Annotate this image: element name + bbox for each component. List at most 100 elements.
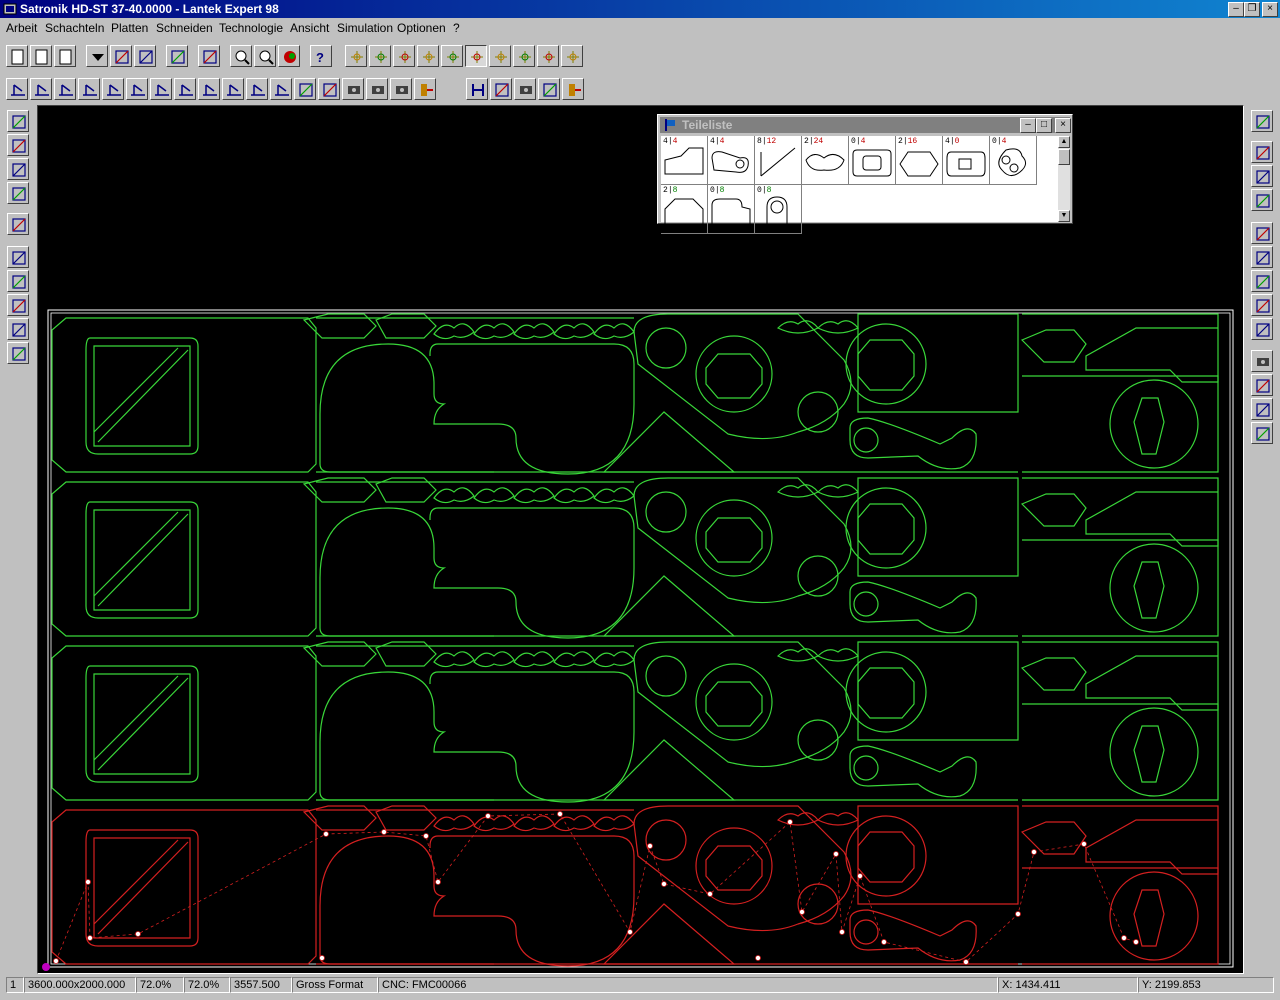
machine-small-button[interactable] — [1251, 350, 1273, 372]
parts-scrollbar[interactable]: ▲ ▼ — [1058, 136, 1070, 222]
start-button[interactable] — [1251, 374, 1273, 396]
align-12-button[interactable] — [270, 78, 292, 100]
snap-node-button[interactable] — [393, 45, 415, 67]
h-dimension-button[interactable] — [466, 78, 488, 100]
part-tile[interactable]: 4|4 — [661, 136, 708, 185]
snap-end-button[interactable] — [345, 45, 367, 67]
hatch-button[interactable] — [7, 270, 29, 292]
parts-close-button[interactable]: × — [1055, 118, 1071, 133]
part-tile[interactable]: 4|4 — [708, 136, 755, 185]
part-tile[interactable]: 0|8 — [755, 185, 802, 234]
snap-intersect-button[interactable] — [561, 45, 583, 67]
save-button[interactable] — [54, 45, 76, 67]
sheet-button[interactable] — [166, 45, 188, 67]
scroll-up-icon[interactable]: ▲ — [1058, 136, 1070, 148]
align-4-button[interactable] — [78, 78, 100, 100]
import-button[interactable] — [110, 45, 132, 67]
color-sheet-button[interactable] — [7, 182, 29, 204]
align-8-button[interactable] — [174, 78, 196, 100]
sparse-grid-button[interactable] — [1251, 318, 1273, 340]
align-9-button[interactable] — [198, 78, 220, 100]
menu-schachteln[interactable]: Schachteln — [45, 21, 104, 35]
part-tile[interactable]: 2|16 — [896, 136, 943, 185]
dropdown-arrow-button[interactable] — [86, 45, 108, 67]
dashed-line-button[interactable] — [1251, 246, 1273, 268]
zoom-button[interactable] — [230, 45, 252, 67]
zoom-window-button[interactable] — [254, 45, 276, 67]
print-button[interactable] — [134, 45, 156, 67]
nest-button[interactable] — [7, 294, 29, 316]
cut-tool-button[interactable] — [342, 78, 364, 100]
power-button[interactable] — [562, 78, 584, 100]
grid-a-button[interactable] — [7, 110, 29, 132]
snap-mid-button[interactable] — [441, 45, 463, 67]
part-tile[interactable]: 8|12 — [755, 136, 802, 185]
snap-center-button[interactable] — [369, 45, 391, 67]
align-11-button[interactable] — [246, 78, 268, 100]
yellow-arrow-button[interactable] — [7, 246, 29, 268]
gear-button[interactable] — [1251, 270, 1273, 292]
parts-list-titlebar[interactable]: Teileliste – □ × — [660, 117, 1071, 133]
split-button[interactable] — [1251, 398, 1273, 420]
align-2-button[interactable] — [30, 78, 52, 100]
align-5-button[interactable] — [102, 78, 124, 100]
menu-simulation[interactable]: Simulation — [337, 21, 393, 35]
restore-button[interactable]: ❐ — [1244, 2, 1260, 17]
menu-technologie[interactable]: Technologie — [219, 21, 283, 35]
menu-platten[interactable]: Platten — [111, 21, 148, 35]
down-arrow-button[interactable] — [1251, 110, 1273, 132]
close-button[interactable]: × — [1262, 2, 1278, 17]
nesting-canvas[interactable] — [37, 105, 1244, 974]
part-tile[interactable]: 0|4 — [849, 136, 896, 185]
scroll-thumb[interactable] — [1058, 149, 1070, 165]
align-1-button[interactable] — [6, 78, 28, 100]
part-rotate-button[interactable] — [1251, 189, 1273, 211]
sheet-view-button[interactable] — [7, 158, 29, 180]
dot-grid-button[interactable] — [1251, 294, 1273, 316]
parts-minimize-button[interactable]: – — [1020, 118, 1036, 133]
snap-circle-button[interactable] — [537, 45, 559, 67]
parts-maximize-button[interactable]: □ — [1036, 118, 1052, 133]
circle-button[interactable] — [1251, 222, 1273, 244]
menu-ansicht[interactable]: Ansicht — [290, 21, 329, 35]
help-button[interactable]: ? — [310, 45, 332, 67]
polygon-button[interactable] — [318, 78, 340, 100]
grid-b-button[interactable] — [7, 134, 29, 156]
align-6-button[interactable] — [126, 78, 148, 100]
part-tile[interactable]: 2|24 — [802, 136, 849, 185]
menu-help[interactable]: ? — [453, 21, 460, 35]
minimize-button[interactable]: – — [1228, 2, 1244, 17]
color-button[interactable] — [278, 45, 300, 67]
machine-button[interactable] — [514, 78, 536, 100]
menu-optionen[interactable]: Optionen — [397, 21, 446, 35]
part-tile[interactable]: 0|4 — [990, 136, 1037, 185]
torch-tool-button[interactable] — [390, 78, 412, 100]
spacing-button[interactable] — [490, 78, 512, 100]
line-diag-button[interactable] — [1251, 165, 1273, 187]
eraser-button[interactable] — [7, 342, 29, 364]
window-button[interactable] — [198, 45, 220, 67]
erase-red-button[interactable] — [1251, 422, 1273, 444]
snap-perp-button[interactable] — [465, 45, 487, 67]
part-tile[interactable]: 0|8 — [708, 185, 755, 234]
new-file-button[interactable] — [6, 45, 28, 67]
frame-button[interactable] — [7, 213, 29, 235]
part-count: 2|24 — [804, 137, 823, 146]
menu-arbeit[interactable]: Arbeit — [6, 21, 37, 35]
align-3-button[interactable] — [54, 78, 76, 100]
heat-tool-button[interactable] — [366, 78, 388, 100]
scroll-down-icon[interactable]: ▼ — [1058, 210, 1070, 222]
sensor-button[interactable] — [414, 78, 436, 100]
part-tile[interactable]: 2|8 — [661, 185, 708, 234]
snap-arc-button[interactable] — [489, 45, 511, 67]
menu-schneiden[interactable]: Schneiden — [156, 21, 213, 35]
align-7-button[interactable] — [150, 78, 172, 100]
rect-button[interactable] — [294, 78, 316, 100]
open-file-button[interactable] — [30, 45, 52, 67]
line-red-button[interactable] — [1251, 141, 1273, 163]
align-10-button[interactable] — [222, 78, 244, 100]
snap-tangent-button[interactable] — [513, 45, 535, 67]
snap-line-button[interactable] — [417, 45, 439, 67]
matrix-button[interactable] — [7, 318, 29, 340]
part-tile[interactable]: 4|0 — [943, 136, 990, 185]
